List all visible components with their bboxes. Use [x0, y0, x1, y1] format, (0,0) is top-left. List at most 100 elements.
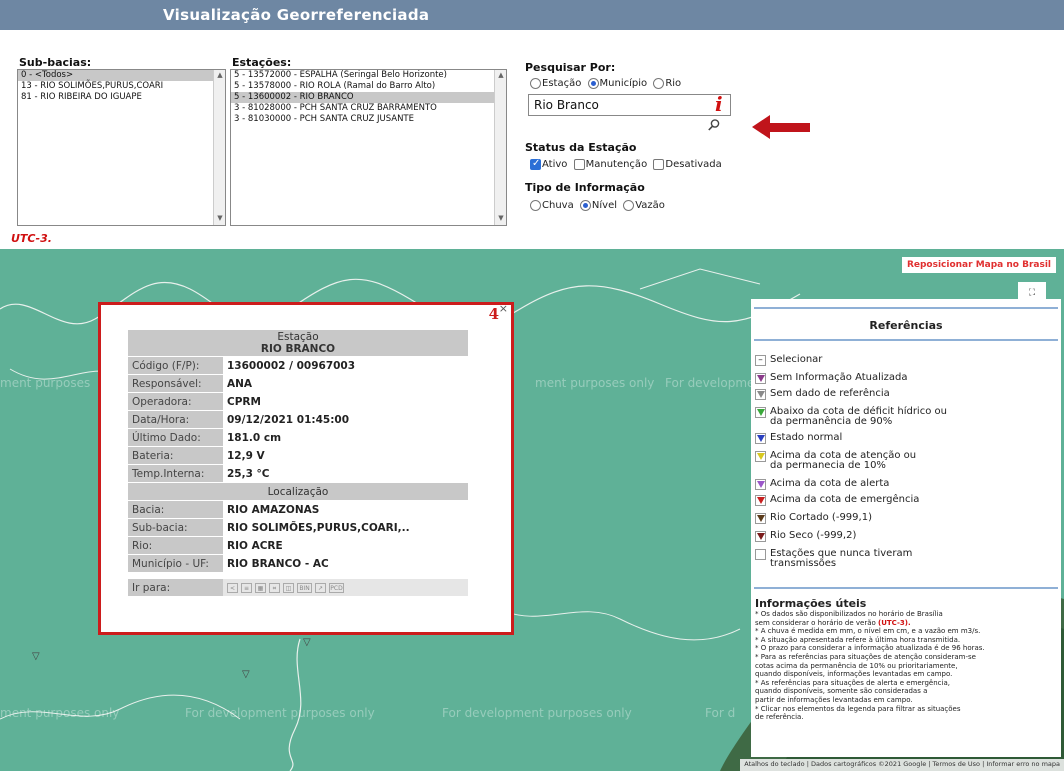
- export-icon[interactable]: ↗: [315, 582, 326, 593]
- radio-nivel-label: Nível: [591, 200, 618, 211]
- legend-item-label: Rio Seco (-999,2): [770, 530, 857, 541]
- legend-divider: [754, 307, 1058, 309]
- legend-item[interactable]: Acima da cota de emergência: [755, 495, 919, 506]
- checkbox-ativo-label: Ativo: [542, 159, 568, 170]
- legend-item[interactable]: Acima da cota de alerta: [755, 479, 889, 490]
- legend-item[interactable]: Rio Seco (-999,2): [755, 531, 856, 542]
- field-label: Bacia:: [128, 500, 223, 519]
- triangle-marker-icon[interactable]: [755, 479, 766, 490]
- scrollbar[interactable]: ▲ ▼: [494, 70, 506, 225]
- attribution-terms-link[interactable]: Termos de Uso: [933, 760, 981, 768]
- pcd-icon[interactable]: PCD: [329, 582, 344, 593]
- triangle-marker-icon[interactable]: [755, 451, 766, 462]
- scroll-down-icon[interactable]: ▼: [214, 214, 225, 224]
- radio-rio[interactable]: [653, 78, 665, 89]
- triangle-glyph: [757, 533, 765, 540]
- estacoes-listbox[interactable]: 5 - 13572000 - ESPALHA (Seringal Belo Ho…: [230, 69, 507, 226]
- triangle-marker-icon[interactable]: [755, 407, 766, 418]
- note-line: * As referências para situações de alert…: [755, 678, 950, 687]
- reposition-map-button[interactable]: Reposicionar Mapa no Brasil: [901, 257, 1056, 273]
- search-input[interactable]: Rio Branco: [528, 94, 731, 116]
- attribution-report-link[interactable]: Informar erro no mapa: [986, 760, 1060, 768]
- legend-item[interactable]: Sem Informação Atualizada: [755, 373, 908, 384]
- triangle-glyph: [757, 515, 765, 522]
- subbacia-option[interactable]: 0 - <Todos>: [18, 70, 225, 81]
- estacao-option[interactable]: 5 - 13578000 - RIO ROLA (Ramal do Barro …: [231, 81, 506, 92]
- table-row: Bateria: 12,9 V: [128, 446, 468, 465]
- triangle-marker-icon[interactable]: [755, 389, 766, 400]
- legend-item[interactable]: Acima da cota de atenção ou da permanecia…: [755, 451, 916, 471]
- scroll-down-icon[interactable]: ▼: [495, 214, 506, 224]
- field-label: Código (F/P):: [128, 356, 223, 375]
- app-root: Visualização Georreferenciada Sub-bacias…: [0, 0, 1064, 771]
- close-icon[interactable]: ×: [499, 302, 508, 315]
- watermark-text: For development purposes only: [442, 706, 632, 720]
- legend-item[interactable]: Estado normal: [755, 433, 842, 444]
- field-value: 09/12/2021 01:45:00: [223, 410, 468, 429]
- estacao-option[interactable]: 5 - 13572000 - ESPALHA (Seringal Belo Ho…: [231, 70, 506, 81]
- search-icon[interactable]: [707, 118, 721, 132]
- triangle-marker-icon[interactable]: [755, 373, 766, 384]
- attribution-keyboard-link[interactable]: Atalhos do teclado: [744, 760, 804, 768]
- checkbox-desativada[interactable]: [653, 159, 665, 170]
- legend-item-label: Abaixo da cota de déficit hídrico ou da p…: [770, 406, 947, 427]
- triangle-marker-icon[interactable]: [755, 531, 766, 542]
- note-line: quando disponíveis, somente são consider…: [755, 687, 928, 696]
- field-value: 25,3 °C: [223, 464, 468, 483]
- scroll-up-icon[interactable]: ▲: [214, 71, 225, 81]
- triangle-marker-icon[interactable]: [755, 433, 766, 444]
- radio-vazao[interactable]: [623, 200, 635, 211]
- info-title: Informações úteis: [755, 597, 867, 610]
- triangle-glyph: [757, 391, 765, 398]
- database-icon[interactable]: ◫: [283, 582, 294, 593]
- legend-item-label: Sem dado de referência: [770, 388, 890, 399]
- radio-nivel[interactable]: [579, 200, 591, 211]
- estacao-option[interactable]: 3 - 81028000 - PCH SANTA CRUZ BARRAMENTO: [231, 103, 506, 114]
- triangle-glyph: [757, 409, 765, 416]
- watermark-text: For d: [705, 706, 736, 720]
- list-icon[interactable]: ≡: [241, 582, 252, 593]
- field-label: Município - UF:: [128, 554, 223, 573]
- station-marker-icon[interactable]: ▽: [32, 651, 40, 662]
- checkbox-ativo[interactable]: [530, 158, 541, 170]
- localizacao-header: Localização: [128, 482, 468, 501]
- legend-item[interactable]: Estações que nunca tiveram transmissões: [755, 549, 912, 569]
- select-toggle-icon[interactable]: –: [755, 355, 766, 366]
- estacao-option[interactable]: 5 - 13600002 - RIO BRANCO: [231, 92, 506, 103]
- legend-item[interactable]: – Selecionar: [755, 355, 822, 366]
- station-marker-icon[interactable]: ▽: [242, 669, 250, 680]
- table-row: Bacia: RIO AMAZONAS: [128, 500, 468, 519]
- station-marker-icon[interactable]: ▽: [303, 637, 311, 648]
- watermark-text: ment purposes only: [0, 706, 120, 720]
- subbacias-listbox[interactable]: 0 - <Todos> 13 - RIO SOLIMÕES,PURUS,COARI…: [17, 69, 226, 226]
- subbacia-option[interactable]: 81 - RIO RIBEIRA DO IGUAPE: [18, 92, 225, 103]
- subbacia-option[interactable]: 13 - RIO SOLIMÕES,PURUS,COARI: [18, 81, 225, 92]
- legend-item[interactable]: Abaixo da cota de déficit hídrico ou da p…: [755, 407, 947, 427]
- estacao-option[interactable]: 3 - 81030000 - PCH SANTA CRUZ JUSANTE: [231, 114, 506, 125]
- table-row: Responsável: ANA: [128, 374, 468, 393]
- triangle-marker-icon[interactable]: [755, 495, 766, 506]
- radio-chuva[interactable]: [530, 200, 541, 211]
- info-icon[interactable]: i: [715, 92, 723, 116]
- legend-item[interactable]: Sem dado de referência: [755, 389, 890, 400]
- watermark-text: ment purposes: [0, 376, 91, 390]
- field-value: 181.0 cm: [223, 428, 468, 447]
- chart-icon[interactable]: ⌗: [269, 582, 280, 593]
- radio-chuva-label: Chuva: [542, 200, 574, 211]
- calendar-icon[interactable]: ▦: [255, 582, 266, 593]
- field-value: 12,9 V: [223, 446, 468, 465]
- note-utc: (UTC-3).: [878, 618, 911, 627]
- legend-item[interactable]: Rio Cortado (-999,1): [755, 513, 872, 524]
- scrollbar[interactable]: ▲ ▼: [213, 70, 225, 225]
- checkbox-manutencao[interactable]: [573, 159, 585, 170]
- share-icon[interactable]: <: [227, 582, 238, 593]
- field-value: CPRM: [223, 392, 468, 411]
- scroll-up-icon[interactable]: ▲: [495, 71, 506, 81]
- triangle-marker-icon[interactable]: [755, 513, 766, 524]
- bin-icon[interactable]: BIN: [297, 582, 312, 593]
- field-value: RIO ACRE: [223, 536, 468, 555]
- radio-municipio[interactable]: [587, 78, 599, 89]
- radio-estacao[interactable]: [530, 78, 541, 89]
- annotation-arrow-icon: [752, 115, 810, 139]
- checkbox-icon[interactable]: [755, 549, 766, 560]
